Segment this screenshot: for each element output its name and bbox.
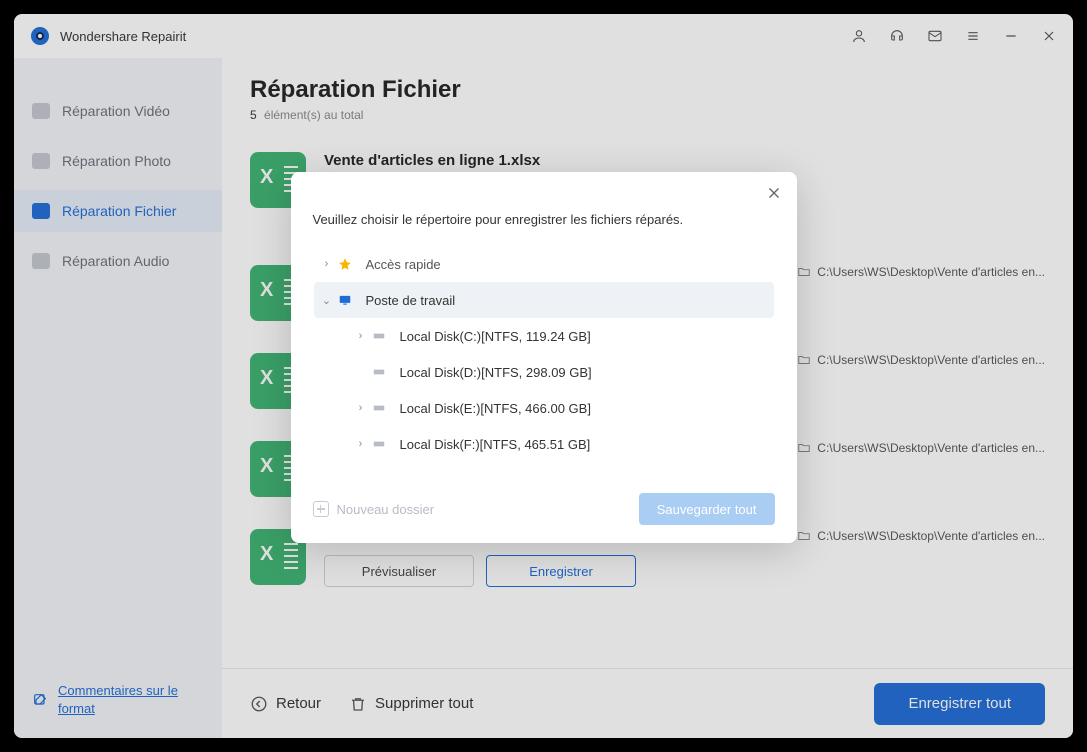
- tree-disk-d[interactable]: Local Disk(D:)[NTFS, 298.09 GB]: [314, 354, 774, 390]
- new-folder-button[interactable]: Nouveau dossier: [313, 501, 435, 517]
- tree-disk-f[interactable]: › Local Disk(F:)[NTFS, 465.51 GB]: [314, 426, 774, 462]
- chevron-right-icon: ›: [354, 330, 368, 342]
- save-directory-modal: Veuillez choisir le répertoire pour enre…: [291, 172, 797, 543]
- plus-box-icon: [313, 501, 329, 517]
- disk-label: Local Disk(F:)[NTFS, 465.51 GB]: [400, 437, 591, 452]
- close-icon[interactable]: [765, 184, 783, 202]
- chevron-right-icon: ›: [354, 402, 368, 414]
- tree-workstation[interactable]: ⌄ Poste de travail: [314, 282, 774, 318]
- workstation-label: Poste de travail: [366, 293, 456, 308]
- directory-tree: › Accès rapide ⌄ Poste de travail › Loca…: [313, 245, 775, 463]
- modal-instruction: Veuillez choisir le répertoire pour enre…: [313, 212, 775, 227]
- modal-overlay: Veuillez choisir le répertoire pour enre…: [14, 14, 1073, 738]
- disk-icon: [372, 401, 390, 415]
- chevron-down-icon: ⌄: [320, 294, 334, 307]
- new-folder-label: Nouveau dossier: [337, 502, 435, 517]
- tree-disk-e[interactable]: › Local Disk(E:)[NTFS, 466.00 GB]: [314, 390, 774, 426]
- tree-disk-c[interactable]: › Local Disk(C:)[NTFS, 119.24 GB]: [314, 318, 774, 354]
- star-icon: [338, 257, 356, 271]
- tree-quick-access[interactable]: › Accès rapide: [314, 246, 774, 282]
- disk-label: Local Disk(D:)[NTFS, 298.09 GB]: [400, 365, 592, 380]
- quick-access-label: Accès rapide: [366, 257, 441, 272]
- chevron-right-icon: ›: [320, 258, 334, 270]
- disk-icon: [372, 437, 390, 451]
- chevron-right-icon: ›: [354, 438, 368, 450]
- disk-icon: [372, 365, 390, 379]
- disk-label: Local Disk(C:)[NTFS, 119.24 GB]: [400, 329, 591, 344]
- pc-icon: [338, 293, 356, 307]
- disk-label: Local Disk(E:)[NTFS, 466.00 GB]: [400, 401, 591, 416]
- app-window: Wondershare Repairit Réparation Vidéo Ré…: [14, 14, 1073, 738]
- modal-save-all-button[interactable]: Sauvegarder tout: [639, 493, 775, 525]
- disk-icon: [372, 329, 390, 343]
- chevron-right-icon: [354, 366, 368, 378]
